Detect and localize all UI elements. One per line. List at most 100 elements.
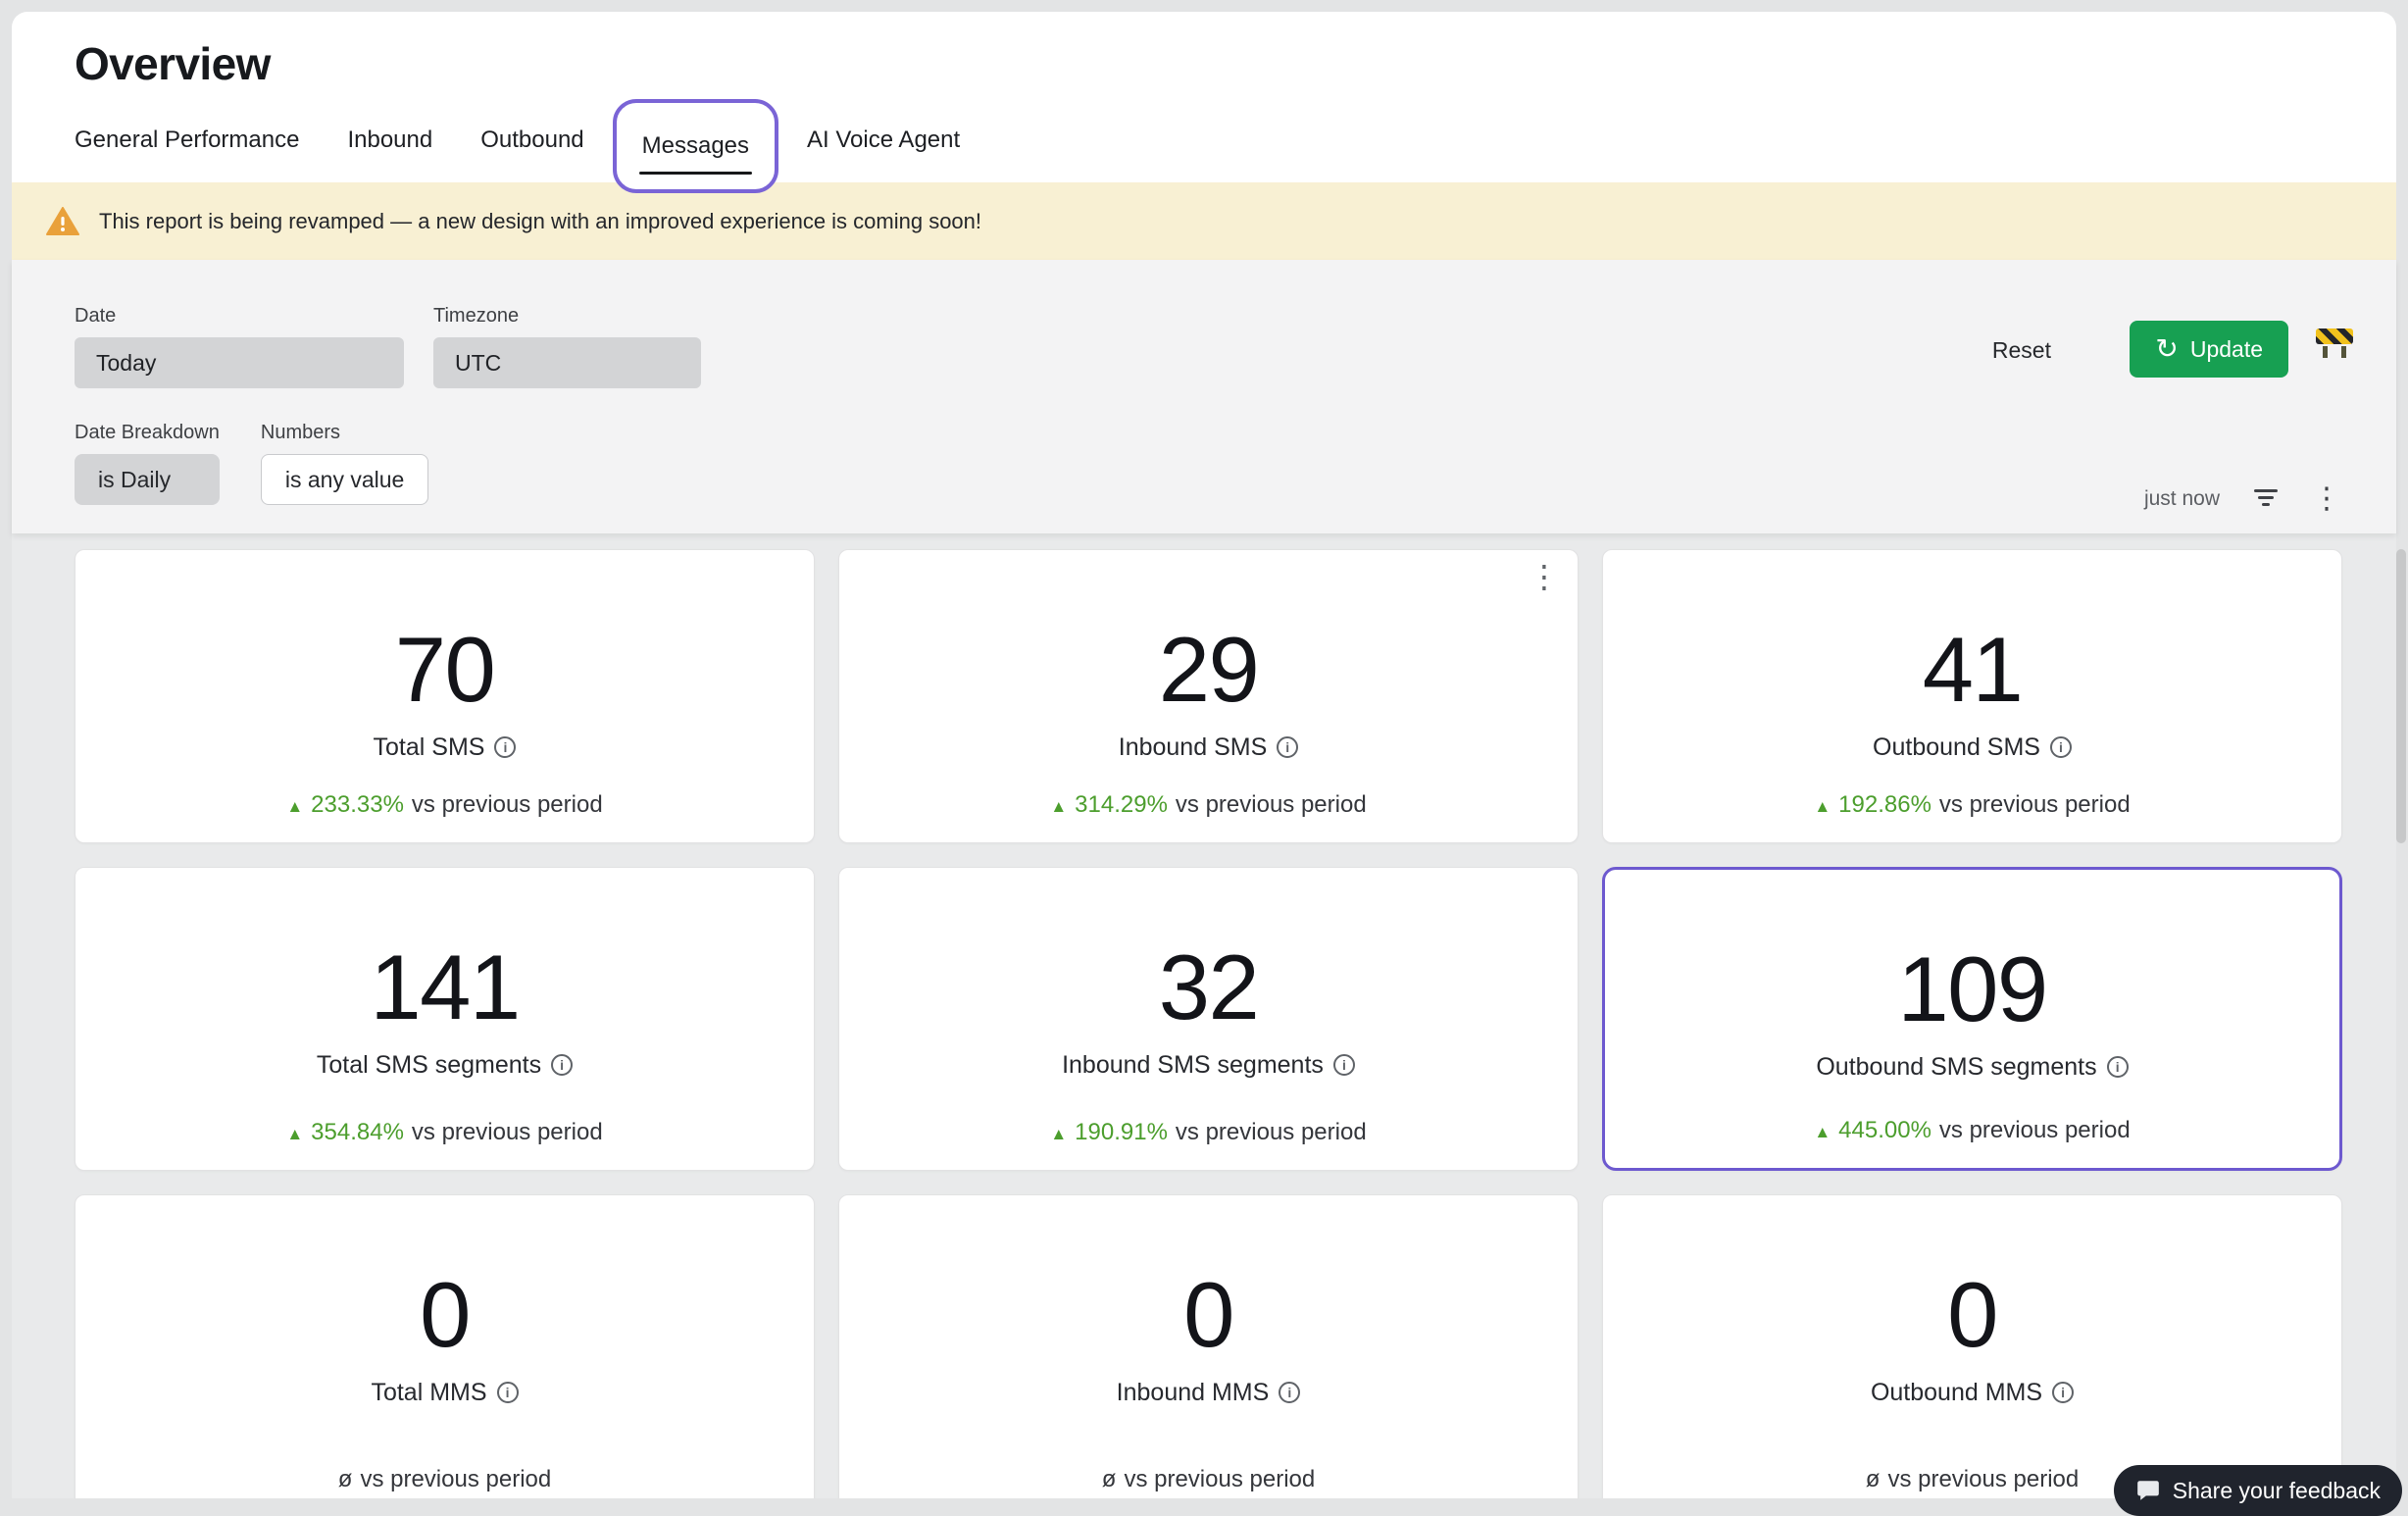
metric-label-row: Total MMS i xyxy=(371,1378,518,1407)
update-button[interactable]: ↻ Update xyxy=(2130,321,2288,378)
metric-card-total-sms-segments: 141 Total SMS segments i ▲ 354.84% vs pr… xyxy=(75,867,815,1171)
info-icon[interactable]: i xyxy=(1279,1382,1300,1403)
info-icon[interactable]: i xyxy=(497,1382,519,1403)
feedback-button-label: Share your feedback xyxy=(2173,1478,2381,1504)
metric-label-row: Inbound SMS i xyxy=(1119,733,1299,762)
metric-value: 0 xyxy=(420,1264,470,1366)
numbers-filter: Numbers is any value xyxy=(261,422,428,505)
timezone-input[interactable]: UTC xyxy=(433,337,701,388)
metric-label: Inbound SMS segments xyxy=(1062,1050,1324,1080)
timezone-filter: Timezone UTC xyxy=(433,305,701,388)
metric-label-row: Outbound SMS i xyxy=(1873,733,2072,762)
tab-general-performance[interactable]: General Performance xyxy=(75,126,299,154)
delta-percent: 190.91% xyxy=(1075,1119,1168,1146)
scrollbar-thumb[interactable] xyxy=(2396,549,2406,843)
delta-row: ø vs previous period xyxy=(338,1466,551,1498)
delta-row: ø vs previous period xyxy=(1866,1466,2079,1498)
construction-icon-bar xyxy=(2316,328,2353,344)
info-icon[interactable]: i xyxy=(2050,736,2072,758)
more-options-icon[interactable]: ⋮ xyxy=(2312,484,2341,514)
info-icon[interactable]: i xyxy=(494,736,516,758)
feedback-button[interactable]: Share your feedback xyxy=(2114,1465,2402,1516)
tab-inbound[interactable]: Inbound xyxy=(347,126,432,154)
metric-label-row: Total SMS segments i xyxy=(317,1050,573,1080)
chat-icon xyxy=(2135,1478,2161,1503)
delta-suffix: vs previous period xyxy=(1176,791,1367,819)
metric-label: Inbound MMS xyxy=(1117,1378,1270,1407)
reset-button[interactable]: Reset xyxy=(1986,336,2057,365)
metric-label: Outbound SMS segments xyxy=(1816,1052,2096,1082)
dashboard-app: Overview General Performance Inbound Out… xyxy=(12,12,2396,1498)
construction-icon xyxy=(2316,328,2353,358)
delta-up-icon: ▲ xyxy=(286,797,303,817)
metric-card-outbound-sms-segments[interactable]: 109 Outbound SMS segments i ▲ 445.00% vs… xyxy=(1602,867,2342,1171)
metric-label: Total SMS segments xyxy=(317,1050,541,1080)
metric-label-row: Inbound MMS i xyxy=(1117,1378,1301,1407)
metric-card-inbound-mms: 0 Inbound MMS i ø vs previous period xyxy=(838,1194,1579,1498)
revamp-banner: This report is being revamped — a new de… xyxy=(12,182,2396,260)
metric-grid: 70 Total SMS i ▲ 233.33% vs previous per… xyxy=(75,549,2342,1498)
delta-suffix: vs previous period xyxy=(1176,1119,1367,1146)
card-menu-icon[interactable]: ⋮ xyxy=(1529,560,1560,593)
delta-up-icon: ▲ xyxy=(286,1125,303,1144)
metric-value: 29 xyxy=(1159,619,1259,721)
date-filter: Date Today xyxy=(75,305,404,388)
delta-suffix: vs previous period xyxy=(412,1119,603,1146)
metric-card-inbound-sms-segments: 32 Inbound SMS segments i ▲ 190.91% vs p… xyxy=(838,867,1579,1171)
metric-label: Outbound SMS xyxy=(1873,733,2040,762)
tab-bar: General Performance Inbound Outbound Mes… xyxy=(75,108,2396,173)
page-title: Overview xyxy=(75,37,2396,90)
metric-value: 41 xyxy=(1923,619,2023,721)
delta-suffix: vs previous period xyxy=(1887,1466,2079,1493)
metric-value: 141 xyxy=(370,936,519,1038)
metric-card-outbound-sms: 41 Outbound SMS i ▲ 192.86% vs previous … xyxy=(1602,549,2342,843)
timezone-filter-label: Timezone xyxy=(433,305,701,328)
refresh-icon: ↻ xyxy=(2155,335,2178,363)
metric-label: Total SMS xyxy=(374,733,485,762)
delta-percent: 314.29% xyxy=(1075,791,1168,819)
delta-null-icon: ø xyxy=(1866,1466,1881,1493)
delta-row: ▲ 445.00% vs previous period xyxy=(1814,1117,2130,1158)
filter-row-2: Date Breakdown is Daily Numbers is any v… xyxy=(75,422,2396,505)
delta-percent: 233.33% xyxy=(311,791,404,819)
delta-row: ▲ 190.91% vs previous period xyxy=(1050,1119,1366,1160)
delta-suffix: vs previous period xyxy=(1939,791,2131,819)
update-button-label: Update xyxy=(2190,336,2263,363)
info-icon[interactable]: i xyxy=(2052,1382,2074,1403)
delta-up-icon: ▲ xyxy=(1050,1125,1067,1144)
delta-suffix: vs previous period xyxy=(1939,1117,2131,1144)
last-refreshed-text: just now xyxy=(2144,487,2220,511)
metric-card-outbound-mms: 0 Outbound MMS i ø vs previous period xyxy=(1602,1194,2342,1498)
info-icon[interactable]: i xyxy=(1277,736,1298,758)
info-icon[interactable]: i xyxy=(551,1054,573,1076)
tab-messages[interactable]: Messages xyxy=(613,99,778,193)
date-breakdown-chip[interactable]: is Daily xyxy=(75,454,220,505)
delta-up-icon: ▲ xyxy=(1050,797,1067,817)
tab-ai-voice-agent[interactable]: AI Voice Agent xyxy=(807,126,960,154)
info-icon[interactable]: i xyxy=(1333,1054,1355,1076)
filter-icon[interactable] xyxy=(2253,489,2279,509)
info-icon[interactable]: i xyxy=(2107,1056,2129,1078)
metric-card-inbound-sms: ⋮ 29 Inbound SMS i ▲ 314.29% vs previous… xyxy=(838,549,1579,843)
delta-row: ▲ 314.29% vs previous period xyxy=(1050,791,1366,833)
date-breakdown-filter: Date Breakdown is Daily xyxy=(75,422,220,505)
delta-row: ▲ 354.84% vs previous period xyxy=(286,1119,602,1160)
tab-outbound[interactable]: Outbound xyxy=(480,126,583,154)
dashboard-content: 70 Total SMS i ▲ 233.33% vs previous per… xyxy=(12,533,2396,1498)
numbers-label: Numbers xyxy=(261,422,428,444)
metric-value: 0 xyxy=(1183,1264,1233,1366)
warning-icon xyxy=(46,207,79,236)
metric-label-row: Inbound SMS segments i xyxy=(1062,1050,1355,1080)
date-input[interactable]: Today xyxy=(75,337,404,388)
delta-up-icon: ▲ xyxy=(1814,797,1831,817)
metric-card-total-mms: 0 Total MMS i ø vs previous period xyxy=(75,1194,815,1498)
metric-label: Total MMS xyxy=(371,1378,486,1407)
date-breakdown-label: Date Breakdown xyxy=(75,422,220,444)
metric-value: 70 xyxy=(395,619,495,721)
header: Overview General Performance Inbound Out… xyxy=(12,12,2396,182)
metric-card-total-sms: 70 Total SMS i ▲ 233.33% vs previous per… xyxy=(75,549,815,843)
metric-label: Outbound MMS xyxy=(1871,1378,2042,1407)
numbers-chip[interactable]: is any value xyxy=(261,454,428,505)
delta-suffix: vs previous period xyxy=(360,1466,551,1493)
delta-percent: 354.84% xyxy=(311,1119,404,1146)
